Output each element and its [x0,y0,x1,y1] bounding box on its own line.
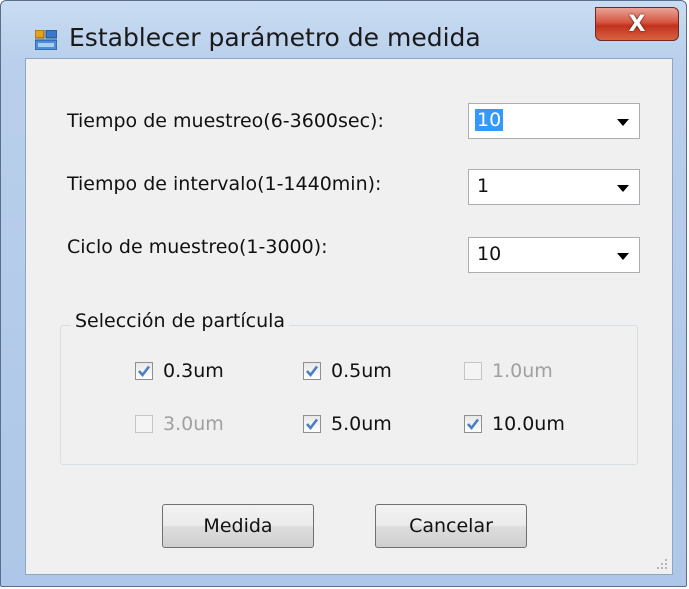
sampling-time-combo[interactable]: 10 [468,103,640,139]
checkmark-icon [138,365,151,378]
checkbox-box[interactable] [303,415,321,433]
sampling-cycle-combo[interactable]: 10 [468,237,640,273]
interval-time-value: 1 [477,175,490,197]
checkbox-10-0um[interactable]: 10.0um [464,412,565,436]
close-icon: X [628,11,646,37]
checkbox-box[interactable] [135,362,153,380]
dialog-window: Establecer parámetro de medida X Tiempo … [0,0,687,587]
chevron-down-icon [617,253,629,260]
checkbox-0-3um[interactable]: 0.3um [135,359,224,383]
chevron-down-icon [617,119,629,126]
checkmark-icon [306,365,319,378]
chevron-down-icon [617,185,629,192]
checkbox-label: 3.0um [163,413,224,435]
checkbox-box [135,415,153,433]
resize-grip-icon[interactable] [656,558,668,570]
checkbox-label: 0.5um [331,360,392,382]
interval-time-label: Tiempo de intervalo(1-1440min): [67,173,382,195]
particle-selection-title: Selección de partícula [71,310,290,332]
interval-time-combo[interactable]: 1 [468,169,640,205]
close-button[interactable]: X [595,7,679,41]
checkbox-label: 5.0um [331,413,392,435]
checkbox-label: 0.3um [163,360,224,382]
sampling-cycle-label: Ciclo de muestreo(1-3000): [67,236,328,258]
checkbox-box[interactable] [303,362,321,380]
checkbox-label: 10.0um [492,413,565,435]
title-bar[interactable]: Establecer parámetro de medida X [1,1,686,59]
dialog-content: Tiempo de muestreo(6-3600sec): 10 Tiempo… [25,58,673,575]
sampling-time-label: Tiempo de muestreo(6-3600sec): [67,110,384,132]
sampling-cycle-value: 10 [477,243,502,265]
checkbox-1-0um: 1.0um [464,359,553,383]
checkbox-box[interactable] [464,415,482,433]
checkbox-3-0um: 3.0um [135,412,224,436]
measure-button[interactable]: Medida [162,504,314,548]
checkbox-label: 1.0um [492,360,553,382]
app-icon [35,30,57,50]
checkmark-icon [467,418,480,431]
cancel-button[interactable]: Cancelar [375,504,527,548]
checkbox-box [464,362,482,380]
checkbox-5-0um[interactable]: 5.0um [303,412,392,436]
sampling-time-value: 10 [475,109,504,131]
particle-selection-group: Selección de partícula 0.3um 0.5um 1.0um… [60,310,638,465]
checkmark-icon [306,418,319,431]
window-title: Establecer parámetro de medida [69,23,481,52]
checkbox-0-5um[interactable]: 0.5um [303,359,392,383]
